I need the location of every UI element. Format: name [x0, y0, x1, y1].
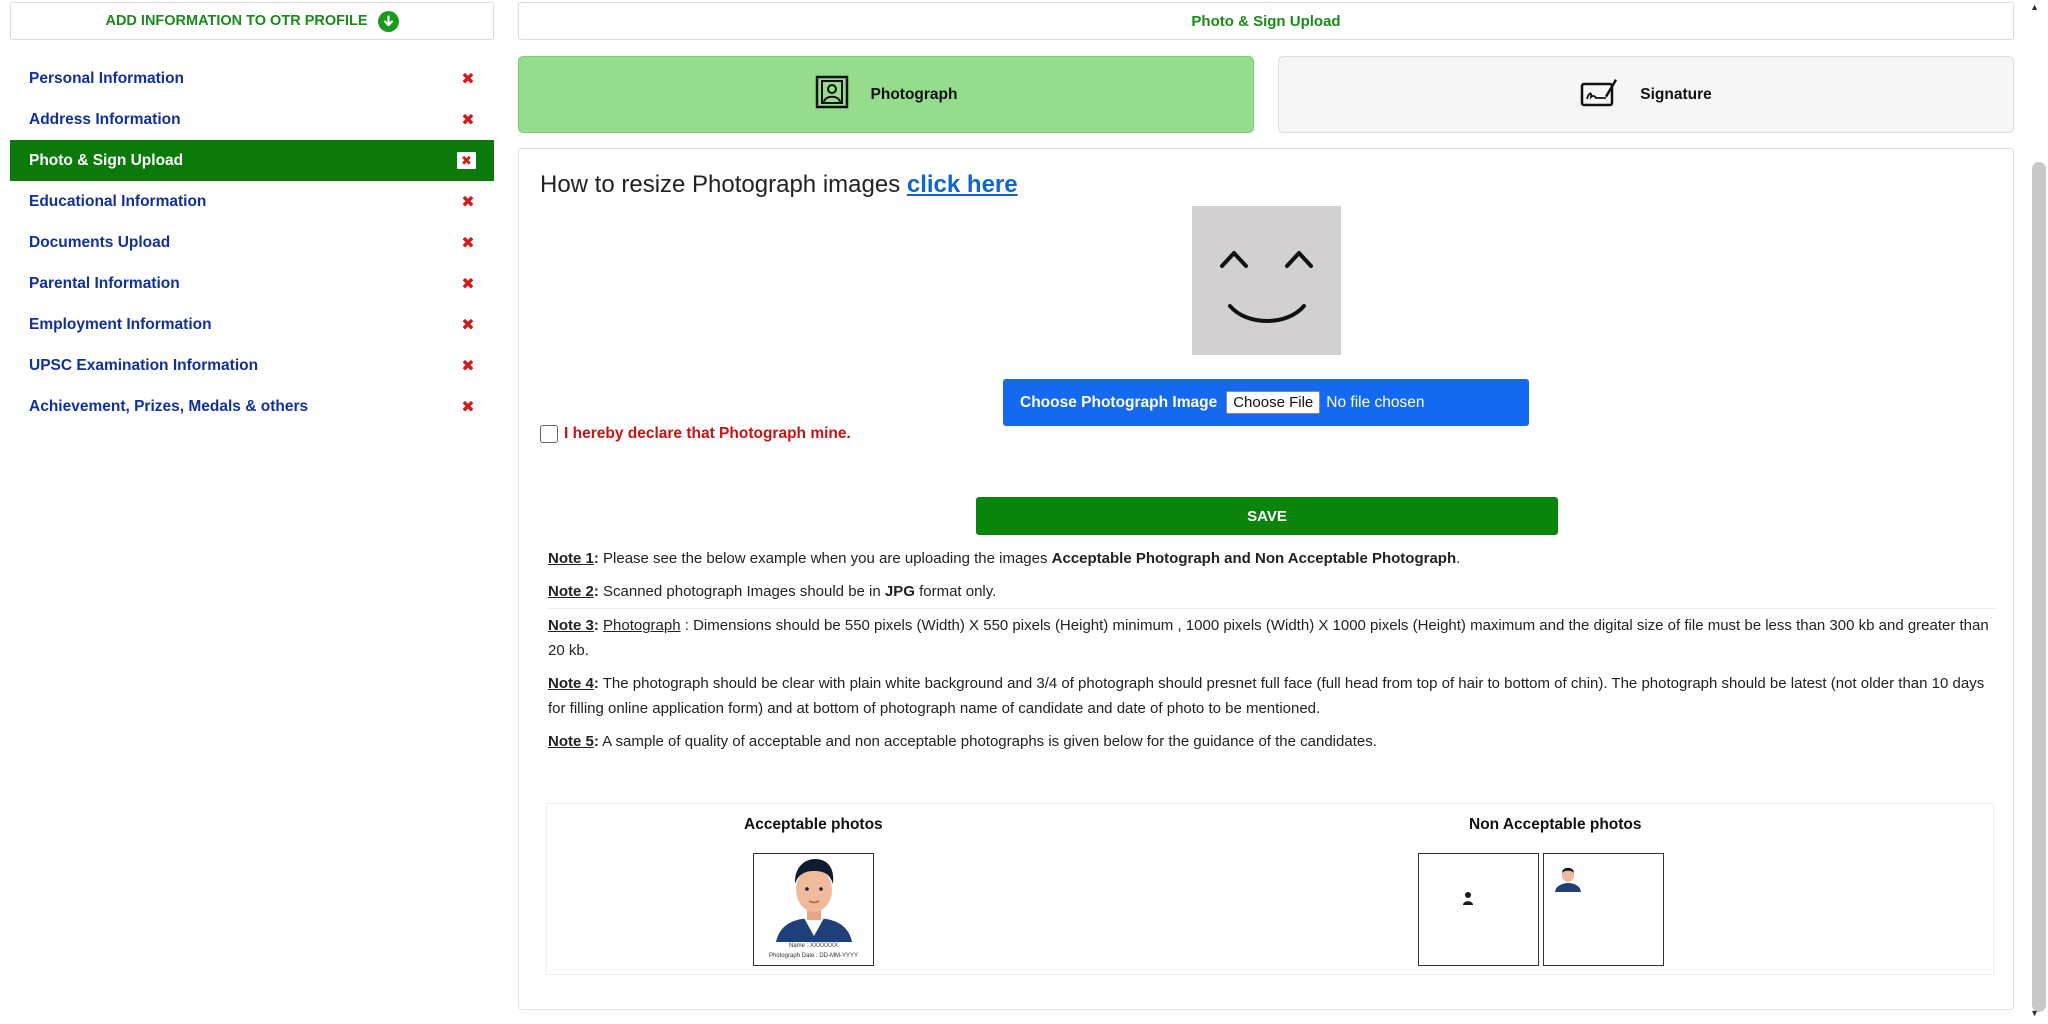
sidebar-item-label: Documents Upload	[29, 233, 171, 251]
incomplete-x-icon: ✖	[461, 193, 475, 211]
sidebar-item-label: UPSC Examination Information	[29, 356, 259, 374]
page-scrollbar[interactable]	[2032, 162, 2046, 1012]
photo-upload-panel: How to resize Photograph images click he…	[518, 148, 2014, 1010]
sidebar-item-label: Parental Information	[29, 274, 180, 292]
sidebar-header: ADD INFORMATION TO OTR PROFILE	[10, 2, 494, 40]
small-person-icon	[1555, 867, 1581, 892]
resize-help-link[interactable]: click here	[907, 171, 1018, 198]
choose-file-button[interactable]: Choose File	[1226, 391, 1321, 414]
non-acceptable-photo-sample-2	[1543, 853, 1664, 966]
photograph-icon	[815, 75, 849, 114]
page-title: Photo & Sign Upload	[518, 2, 2014, 40]
arrow-down-circle-icon	[377, 10, 399, 32]
incomplete-x-icon: ✖	[461, 111, 475, 129]
save-button[interactable]: SAVE	[976, 497, 1558, 535]
incomplete-x-icon: ✖	[461, 357, 475, 375]
sidebar-item-personal-information[interactable]: Personal Information ✖	[10, 58, 494, 99]
tiny-person-icon	[1463, 892, 1473, 905]
incomplete-x-icon: ✖	[461, 398, 475, 416]
resize-help: How to resize Photograph images click he…	[540, 171, 1018, 199]
sidebar-item-upsc-examination-information[interactable]: UPSC Examination Information ✖	[10, 345, 494, 386]
acceptable-photo-sample: Name : XXXXXXX Photograph Date : DD-MM-Y…	[753, 853, 874, 966]
sidebar-item-label: Employment Information	[29, 315, 212, 333]
note-5: Note 5: A sample of quality of acceptabl…	[548, 733, 1377, 750]
sidebar-item-address-information[interactable]: Address Information ✖	[10, 99, 494, 140]
declaration-row: I hereby declare that Photograph mine.	[540, 425, 851, 443]
sidebar-item-parental-information[interactable]: Parental Information ✖	[10, 263, 494, 304]
photo-file-upload: Choose Photograph Image Choose File No f…	[1003, 379, 1529, 426]
sidebar-item-label: Educational Information	[29, 192, 207, 210]
sample-photos: Acceptable photos Non Acceptable photos …	[546, 803, 1994, 975]
sidebar-nav: Personal Information ✖ Address Informati…	[10, 58, 494, 427]
resize-help-text: How to resize Photograph images	[540, 171, 907, 198]
file-status-text: No file chosen	[1326, 393, 1425, 411]
incomplete-x-icon: ✖	[461, 316, 475, 334]
sidebar-item-label: Address Information	[29, 110, 181, 128]
sidebar-item-label: Achievement, Prizes, Medals & others	[29, 397, 309, 415]
note-1: Note 1: Please see the below example whe…	[548, 550, 1461, 567]
tab-signature[interactable]: Signature	[1278, 56, 2014, 133]
incomplete-x-icon: ✖	[461, 275, 475, 293]
sidebar-item-label: Personal Information	[29, 69, 185, 87]
tab-signature-label: Signature	[1640, 85, 1712, 103]
scroll-up-arrow-icon[interactable]: ▲	[2030, 2, 2039, 12]
signature-icon	[1580, 75, 1618, 114]
sidebar-item-educational-information[interactable]: Educational Information ✖	[10, 181, 494, 222]
note-3: Note 3: Photograph : Dimensions should b…	[548, 617, 1989, 659]
sidebar-item-documents-upload[interactable]: Documents Upload ✖	[10, 222, 494, 263]
tab-photograph-label: Photograph	[870, 85, 958, 103]
sidebar-item-achievements[interactable]: Achievement, Prizes, Medals & others ✖	[10, 386, 494, 427]
acceptable-photos-title: Acceptable photos	[744, 816, 883, 833]
tab-photograph[interactable]: Photograph	[518, 56, 1254, 133]
file-upload-label: Choose Photograph Image	[1020, 393, 1218, 411]
incomplete-x-icon: ✖	[461, 70, 475, 88]
notes-section: Note 1: Please see the below example whe…	[548, 542, 1996, 758]
declaration-text: I hereby declare that Photograph mine.	[564, 425, 851, 442]
incomplete-x-icon: ✖	[457, 152, 476, 169]
page-title-text: Photo & Sign Upload	[1191, 12, 1341, 30]
person-portrait-icon	[776, 859, 852, 942]
sidebar-item-label: Photo & Sign Upload	[29, 151, 184, 169]
photo-preview	[1192, 206, 1341, 355]
non-acceptable-photo-sample-1	[1418, 853, 1539, 966]
sidebar-header-title: ADD INFORMATION TO OTR PROFILE	[105, 13, 368, 29]
sample-caption-date: Photograph Date : DD-MM-YYYY	[768, 953, 859, 959]
sample-caption-name: Name : XXXXXXX	[788, 943, 839, 949]
sidebar-item-employment-information[interactable]: Employment Information ✖	[10, 304, 494, 345]
declaration-checkbox[interactable]	[540, 425, 558, 443]
smiley-placeholder-icon	[1220, 251, 1313, 323]
scroll-down-arrow-icon[interactable]: ▼	[2030, 1008, 2039, 1018]
note-2: Note 2: Scanned photograph Images should…	[548, 575, 1996, 609]
incomplete-x-icon: ✖	[461, 234, 475, 252]
non-acceptable-photos-title: Non Acceptable photos	[1469, 816, 1642, 833]
sidebar-item-photo-sign-upload[interactable]: Photo & Sign Upload ✖	[10, 140, 494, 181]
note-4: Note 4: The photograph should be clear w…	[548, 675, 1985, 717]
